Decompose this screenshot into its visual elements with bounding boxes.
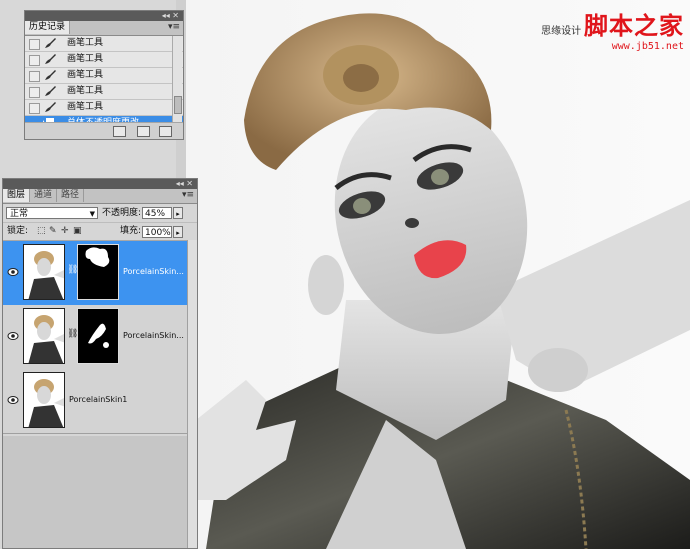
watermark: 思缘设计 脚本之家 www.jb51.net xyxy=(541,6,684,52)
layer-thumbnail[interactable] xyxy=(23,308,65,364)
link-icon[interactable]: ⛓ xyxy=(67,265,78,277)
brush-icon xyxy=(45,86,56,96)
snapshot-source-checkbox[interactable] xyxy=(29,39,40,50)
fill-slider-arrow-icon[interactable]: ▸ xyxy=(173,226,183,238)
layers-panel: ◂◂ ✕ 图层 通道 路径 ▾≡ 正常 ▼ 不透明度: 45% ▸ 锁定: ⬚ ✎ … xyxy=(2,178,198,549)
history-panel: ◂◂ ✕ 历史记录 ▾≡ 画笔工具画笔工具画笔工具画笔工具画笔工具总体不透明度更… xyxy=(24,10,184,140)
snapshot-source-checkbox[interactable] xyxy=(29,87,40,98)
history-item-label: 画笔工具 xyxy=(67,86,104,96)
link-icon[interactable]: ⛓ xyxy=(67,329,78,341)
history-item[interactable]: 画笔工具 xyxy=(25,68,183,84)
layer-row[interactable]: PorcelainSkin1 xyxy=(3,369,189,434)
brush-icon xyxy=(45,70,56,80)
layers-scrollbar[interactable] xyxy=(187,240,197,548)
history-footer xyxy=(25,122,183,139)
lock-row: 锁定: ⬚ ✎ ✛ ▣ 填充: 100% ▸ xyxy=(3,223,197,241)
layer-mask-thumbnail[interactable] xyxy=(77,244,119,300)
brush-icon xyxy=(45,102,56,112)
blend-mode-value: 正常 xyxy=(10,209,29,219)
history-item[interactable]: 画笔工具 xyxy=(25,36,183,52)
opacity-label: 不透明度: xyxy=(102,208,142,218)
collapse-icon[interactable]: ◂◂ ✕ xyxy=(162,11,179,21)
layers-empty-area xyxy=(3,436,187,548)
opacity-slider-arrow-icon[interactable]: ▸ xyxy=(173,207,183,219)
lock-position-icon[interactable]: ✛ xyxy=(61,227,70,236)
tab-history[interactable]: 历史记录 xyxy=(25,21,71,34)
watermark-text: 思缘设计 xyxy=(541,26,582,37)
eye-icon[interactable] xyxy=(7,331,19,341)
trash-icon[interactable] xyxy=(159,126,172,137)
collapse-icon[interactable]: ◂◂ ✕ xyxy=(176,179,193,189)
history-item-label: 画笔工具 xyxy=(67,38,104,48)
new-document-icon[interactable] xyxy=(113,126,126,137)
lock-all-icon[interactable]: ▣ xyxy=(73,227,82,236)
history-scrollbar[interactable] xyxy=(172,36,182,122)
watermark-url: www.jb51.net xyxy=(611,41,684,52)
eye-icon[interactable] xyxy=(7,395,19,405)
lock-transparent-icon[interactable]: ⬚ xyxy=(37,227,46,236)
history-item[interactable]: 画笔工具 xyxy=(25,84,183,100)
fill-field[interactable]: 100% xyxy=(142,226,172,238)
layer-name[interactable]: PorcelainSkin... xyxy=(123,329,184,343)
brush-icon xyxy=(45,54,56,64)
opacity-field[interactable]: 45% xyxy=(142,207,172,219)
layers-tabs: 图层 通道 路径 ▾≡ xyxy=(3,189,197,204)
lock-pixels-icon[interactable]: ✎ xyxy=(49,227,58,236)
layer-row[interactable]: ⛓ PorcelainSkin... xyxy=(3,241,189,306)
panel-menu-icon[interactable]: ▾≡ xyxy=(182,190,194,200)
layer-options: 正常 ▼ 不透明度: 45% ▸ xyxy=(3,204,197,223)
eye-icon[interactable] xyxy=(7,267,19,277)
new-snapshot-icon[interactable] xyxy=(137,126,150,137)
tab-layers[interactable]: 图层 xyxy=(3,189,31,202)
snapshot-source-checkbox[interactable] xyxy=(29,103,40,114)
panel-menu-icon[interactable]: ▾≡ xyxy=(168,22,180,32)
snapshot-source-checkbox[interactable] xyxy=(29,55,40,66)
history-item[interactable]: 画笔工具 xyxy=(25,52,183,68)
watermark-brand: 脚本之家 xyxy=(584,11,684,40)
lock-label: 锁定: xyxy=(7,226,29,236)
panel-header: ◂◂ ✕ xyxy=(3,179,197,189)
fill-label: 填充: xyxy=(120,226,142,236)
history-item[interactable]: 画笔工具 xyxy=(25,100,183,116)
panel-header: ◂◂ ✕ xyxy=(25,11,183,21)
history-item-label: 画笔工具 xyxy=(67,54,104,64)
history-tabs: 历史记录 ▾≡ xyxy=(25,21,183,36)
history-list: 画笔工具画笔工具画笔工具画笔工具画笔工具总体不透明度更改 xyxy=(25,36,183,132)
snapshot-source-checkbox[interactable] xyxy=(29,71,40,82)
model-photo xyxy=(196,13,690,549)
tab-paths[interactable]: 路径 xyxy=(57,189,85,202)
layer-name[interactable]: PorcelainSkin1 xyxy=(69,393,127,407)
layer-mask-thumbnail[interactable] xyxy=(77,308,119,364)
tab-channels[interactable]: 通道 xyxy=(30,189,58,202)
scrollbar-thumb[interactable] xyxy=(174,96,182,114)
blend-mode-select[interactable]: 正常 ▼ xyxy=(6,207,98,219)
chevron-down-icon: ▼ xyxy=(89,210,95,218)
layer-list: ⛓ PorcelainSkin... ⛓ PorcelainSkin... Porcel… xyxy=(3,241,197,436)
document-canvas[interactable] xyxy=(186,0,690,549)
layer-thumbnail[interactable] xyxy=(23,372,65,428)
history-item-label: 画笔工具 xyxy=(67,102,104,112)
history-item-label: 画笔工具 xyxy=(67,70,104,80)
layer-name[interactable]: PorcelainSkin... xyxy=(123,265,184,279)
layer-row[interactable]: ⛓ PorcelainSkin... xyxy=(3,305,189,370)
layer-thumbnail[interactable] xyxy=(23,244,65,300)
brush-icon xyxy=(45,38,56,48)
